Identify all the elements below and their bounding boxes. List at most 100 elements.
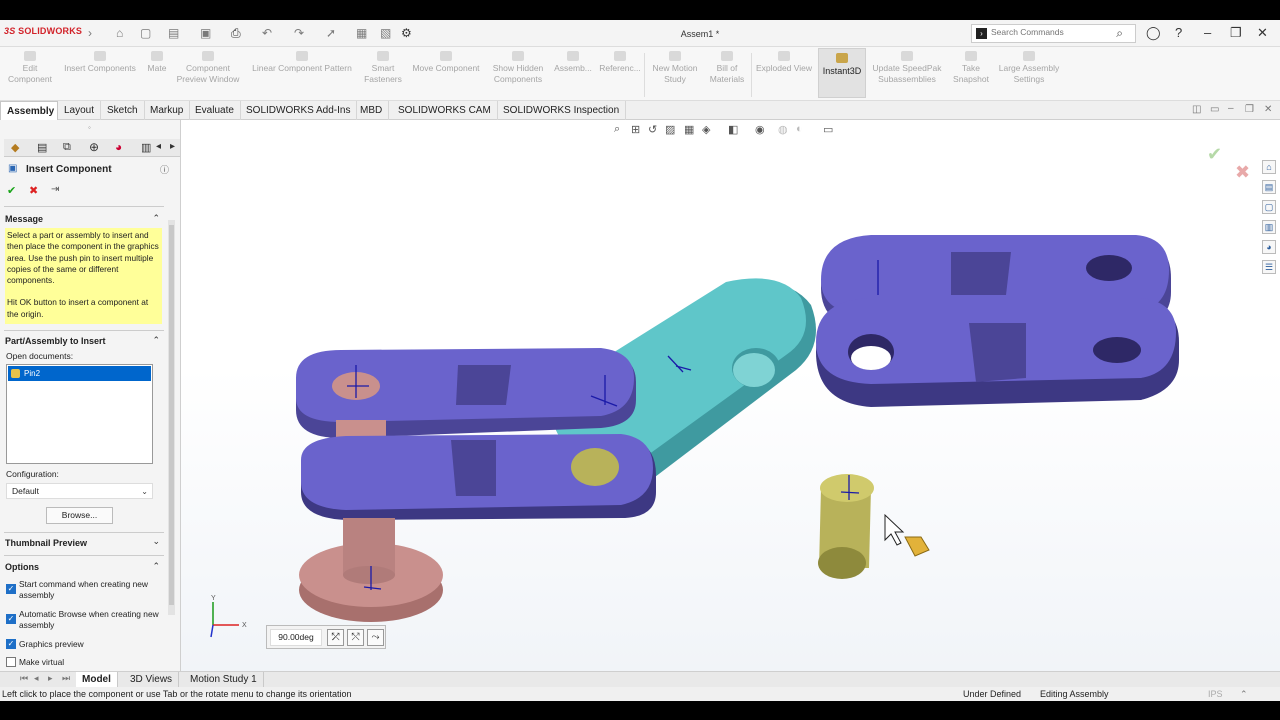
linear-component-pattern-button[interactable]: Linear Component Pattern bbox=[245, 51, 359, 74]
section-view-icon[interactable]: ▨ bbox=[665, 123, 675, 136]
search-input[interactable] bbox=[991, 27, 1111, 37]
doc-close-icon[interactable]: ✕ bbox=[1264, 104, 1272, 115]
help-icon[interactable]: ? bbox=[1175, 25, 1182, 40]
dimxpert-tab-icon[interactable]: ⊕ bbox=[89, 140, 99, 154]
move-component-button[interactable]: Move Component bbox=[406, 51, 486, 74]
rotate-z-button[interactable]: ⤳ bbox=[367, 629, 384, 646]
smart-fasteners-button[interactable]: Smart Fasteners bbox=[360, 51, 406, 85]
tab-assembly[interactable]: Assembly bbox=[0, 101, 58, 120]
options-header[interactable]: Options bbox=[5, 562, 39, 572]
ok-check-icon[interactable]: ✔ bbox=[7, 184, 16, 197]
new-document-icon[interactable]: ▢ bbox=[140, 26, 151, 40]
minimize-icon[interactable]: – bbox=[1204, 25, 1211, 40]
reference-geometry-button[interactable]: Referenc... bbox=[597, 51, 643, 74]
tab-markup[interactable]: Markup bbox=[144, 101, 191, 120]
options-collapse-icon[interactable]: ⌃ bbox=[152, 561, 160, 572]
bill-of-materials-button[interactable]: Bill of Materials bbox=[704, 51, 750, 85]
graphics-area[interactable]: Y X ✔ ✖ bbox=[181, 120, 1280, 671]
graphics-preview-checkbox[interactable]: ✓ bbox=[6, 639, 16, 649]
view-orientation-icon[interactable]: ◈ bbox=[702, 123, 710, 136]
close-icon[interactable]: ✕ bbox=[1257, 25, 1268, 41]
help-circle-icon[interactable]: ⓘ bbox=[160, 163, 169, 176]
doc-restore-icon[interactable]: ❐ bbox=[1245, 104, 1254, 115]
exploded-view-button[interactable]: Exploded View bbox=[753, 51, 815, 74]
zoom-to-fit-icon[interactable]: ⌕ bbox=[614, 123, 620, 136]
doc-minimize-icon[interactable]: – bbox=[1228, 103, 1234, 114]
solidworks-resources-icon[interactable]: ⌂ bbox=[1262, 160, 1276, 174]
hide-show-items-icon[interactable]: ◉ bbox=[755, 123, 765, 136]
options-gear-icon[interactable]: ⚙ bbox=[401, 26, 412, 40]
component-preview-window-button[interactable]: Component Preview Window bbox=[170, 51, 246, 85]
file-explorer-icon[interactable]: ▢ bbox=[1262, 200, 1276, 214]
start-command-checkbox[interactable]: ✓ bbox=[6, 584, 16, 594]
tab-scroll-right-icon[interactable]: ▸ bbox=[170, 141, 175, 152]
tab-3d-views[interactable]: 3D Views bbox=[124, 672, 180, 687]
insert-components-button[interactable]: Insert Components bbox=[58, 51, 142, 74]
configuration-manager-tab-icon[interactable]: ⧉ bbox=[63, 141, 71, 154]
tab-evaluate[interactable]: Evaluate bbox=[189, 101, 241, 120]
file-properties-icon[interactable]: ▧ bbox=[380, 26, 391, 40]
custom-properties-icon[interactable]: ☰ bbox=[1262, 260, 1276, 274]
first-tab-icon[interactable]: ⏮ bbox=[20, 673, 28, 684]
rotate-x-button[interactable]: ⤱ bbox=[327, 629, 344, 646]
save-icon[interactable]: ▣ bbox=[200, 26, 211, 40]
display-manager-tab-icon[interactable]: ◕ bbox=[115, 140, 122, 154]
tab-mbd[interactable]: MBD bbox=[354, 101, 390, 120]
dynamic-annotation-icon[interactable]: ▦ bbox=[684, 123, 694, 136]
edit-component-button[interactable]: Edit Component bbox=[4, 51, 56, 85]
tab-addins[interactable]: SOLIDWORKS Add-Ins bbox=[240, 101, 358, 120]
take-snapshot-button[interactable]: Take Snapshot bbox=[948, 51, 994, 85]
prev-tab-icon[interactable]: ◂ bbox=[34, 673, 39, 684]
configuration-select[interactable]: Default ⌄ bbox=[6, 483, 153, 499]
search-magnifier-icon[interactable]: ⌕ bbox=[1116, 26, 1123, 41]
rebuild-icon[interactable]: ▦ bbox=[356, 26, 367, 40]
tab-inspection[interactable]: SOLIDWORKS Inspection bbox=[497, 101, 627, 120]
user-icon[interactable]: ◯ bbox=[1146, 25, 1161, 41]
scrollbar-thumb[interactable] bbox=[169, 225, 174, 605]
tab-layout[interactable]: Layout bbox=[58, 101, 102, 120]
tab-scroll-left-icon[interactable]: ◂ bbox=[156, 141, 161, 152]
undo-icon[interactable]: ↶ bbox=[262, 26, 272, 40]
rotation-angle-input[interactable]: 90.00deg bbox=[270, 629, 322, 646]
assembly-features-button[interactable]: Assemb... bbox=[550, 51, 596, 74]
view-palette-icon[interactable]: ▥ bbox=[1262, 220, 1276, 234]
browse-button[interactable]: Browse... bbox=[46, 507, 113, 524]
thumbnail-expand-icon[interactable]: ⌄ bbox=[152, 536, 160, 547]
tab-cam[interactable]: SOLIDWORKS CAM bbox=[392, 101, 498, 120]
rotate-y-button[interactable]: ⤲ bbox=[347, 629, 364, 646]
home-icon[interactable]: ⌂ bbox=[116, 26, 123, 40]
make-virtual-checkbox[interactable] bbox=[6, 657, 16, 667]
panel-scrollbar[interactable] bbox=[168, 220, 175, 615]
display-style-icon[interactable]: ◧ bbox=[728, 123, 738, 136]
open-documents-list[interactable]: Pin2 bbox=[6, 364, 153, 464]
panel-grip-icon[interactable]: ◦ bbox=[88, 123, 91, 132]
zoom-area-icon[interactable]: ⊞ bbox=[631, 123, 640, 136]
feature-manager-tab-icon[interactable]: ◆ bbox=[11, 141, 19, 154]
cam-tab-icon[interactable]: ▥ bbox=[141, 141, 151, 154]
select-icon[interactable]: ➚ bbox=[326, 26, 336, 40]
large-assembly-settings-button[interactable]: Large Assembly Settings bbox=[994, 51, 1064, 85]
redo-icon[interactable]: ↷ bbox=[294, 26, 304, 40]
expand-menu-icon[interactable]: › bbox=[88, 26, 92, 40]
search-commands[interactable]: › ⌕ bbox=[971, 24, 1136, 43]
part-assembly-collapse-icon[interactable]: ⌃ bbox=[152, 335, 160, 346]
next-tab-icon[interactable]: ▸ bbox=[48, 673, 53, 684]
new-motion-study-button[interactable]: New Motion Study bbox=[646, 51, 704, 85]
units-chevron-up-icon[interactable]: ⌃ bbox=[1240, 687, 1248, 701]
open-icon[interactable]: ▤ bbox=[168, 26, 179, 40]
restore-icon[interactable]: ❐ bbox=[1230, 25, 1242, 41]
update-speedpak-button[interactable]: Update SpeedPak Subassemblies bbox=[868, 51, 946, 85]
tab-motion-study[interactable]: Motion Study 1 bbox=[184, 672, 264, 687]
last-tab-icon[interactable]: ⏭ bbox=[62, 673, 70, 684]
tab-model[interactable]: Model bbox=[76, 672, 118, 687]
solidworks-logo[interactable]: 3S SOLIDWORKS bbox=[4, 26, 82, 36]
appearances-icon[interactable]: ◕ bbox=[1262, 240, 1276, 254]
message-header[interactable]: Message bbox=[5, 214, 43, 224]
push-pin-icon[interactable]: ⇥ bbox=[51, 184, 59, 195]
thumbnail-preview-header[interactable]: Thumbnail Preview bbox=[5, 538, 87, 548]
mate-button[interactable]: Mate bbox=[142, 51, 172, 74]
message-collapse-icon[interactable]: ⌃ bbox=[152, 213, 160, 224]
part-assembly-header[interactable]: Part/Assembly to Insert bbox=[5, 336, 106, 346]
tab-sketch[interactable]: Sketch bbox=[101, 101, 145, 120]
list-item[interactable]: Pin2 bbox=[8, 366, 151, 381]
